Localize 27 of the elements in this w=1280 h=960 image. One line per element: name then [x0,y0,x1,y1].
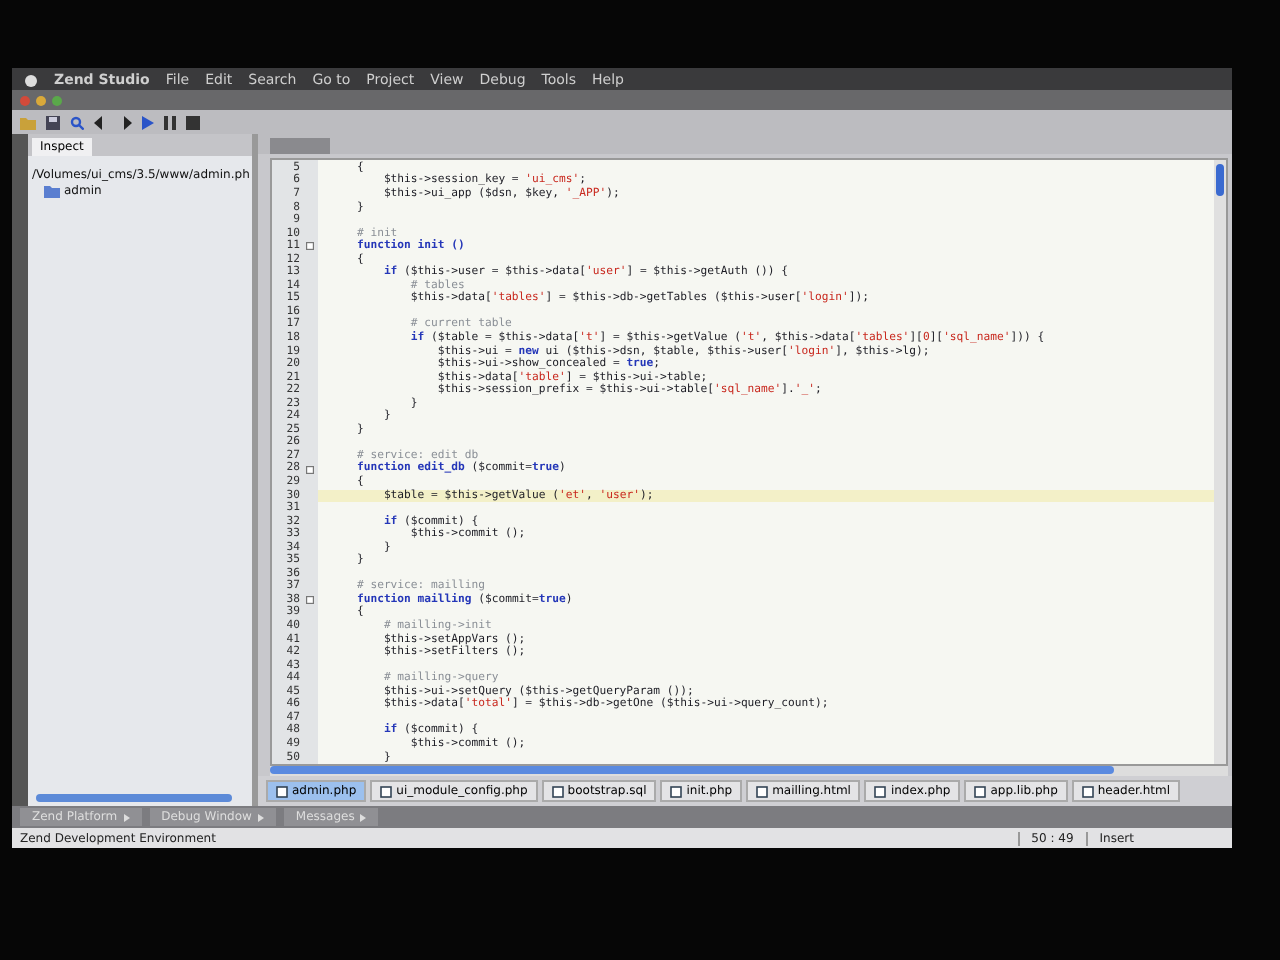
scrollbar[interactable] [36,794,232,802]
caret-icon [360,813,367,821]
caret-icon [257,813,264,821]
folder-icon [44,184,60,198]
logo-icon [24,71,38,87]
scrollbar[interactable] [270,766,1228,776]
scrollbar[interactable] [1214,159,1226,765]
arrow-right-icon[interactable] [118,115,132,129]
minimize-button[interactable] [36,95,46,105]
file-icon [551,785,564,797]
file-icon [380,785,393,797]
file-icon [756,785,769,797]
play-icon[interactable] [142,115,154,129]
search-icon[interactable] [70,115,84,129]
file-icon [276,785,288,797]
arrow-left-icon[interactable] [94,115,108,129]
save-icon[interactable] [46,115,60,129]
file-icon [1081,785,1094,797]
stop-icon[interactable] [186,115,200,129]
fold-icon[interactable] [306,465,314,474]
file-icon [874,785,887,797]
file-icon [670,785,683,797]
fold-icon[interactable] [306,242,314,251]
fold-icon[interactable] [306,596,314,605]
file-icon [974,785,987,797]
caret-icon [123,813,130,821]
pause-icon[interactable] [164,115,176,129]
